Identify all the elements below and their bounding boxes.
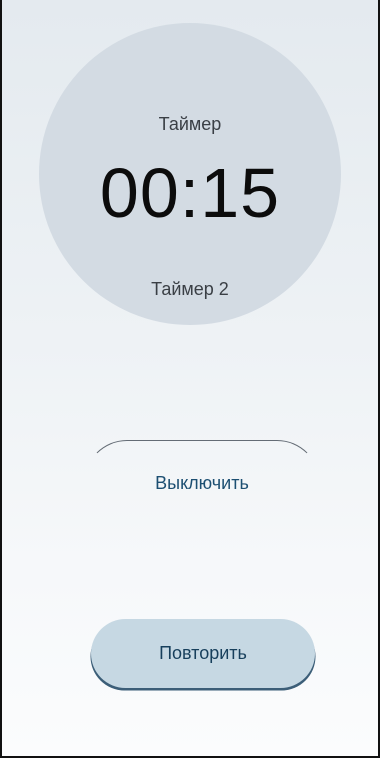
repeat-button-label: Повторить [159, 643, 247, 663]
timer-countdown: 00:15 [99, 154, 281, 232]
timer-name: Таймер 2 [151, 279, 229, 299]
timer-title: Таймер [158, 114, 222, 134]
repeat-button[interactable]: Повторить [91, 619, 315, 688]
timer-screen: Таймер 00:15 Таймер 2 Выключить Повторит… [0, 0, 380, 758]
stop-button-label: Выключить [155, 472, 249, 493]
stop-button[interactable]: Выключить [84, 440, 320, 526]
timer-dial: Таймер 00:15 Таймер 2 [39, 23, 341, 325]
